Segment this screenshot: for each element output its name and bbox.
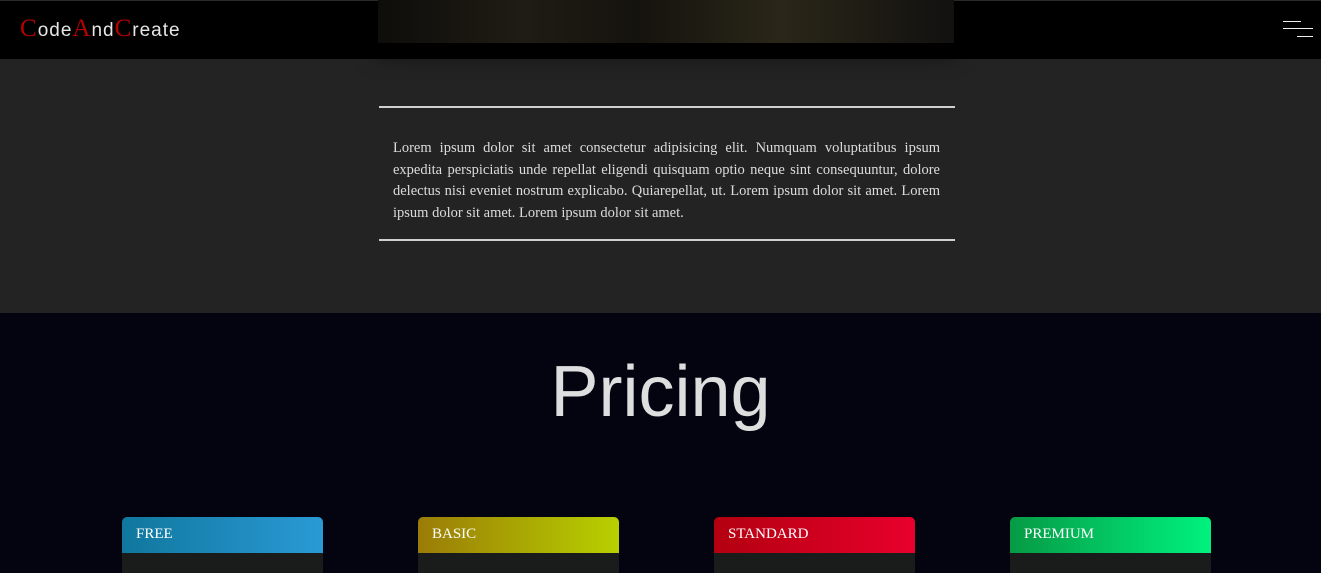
logo-letter: C bbox=[114, 15, 133, 42]
menu-line bbox=[1297, 36, 1313, 37]
logo-text: ode bbox=[37, 20, 73, 41]
pricing-card-header: FREE bbox=[122, 517, 323, 553]
pricing-card-standard[interactable]: STANDARD bbox=[714, 517, 915, 573]
menu-line bbox=[1283, 21, 1301, 22]
hero-image bbox=[378, 0, 954, 43]
hamburger-menu-icon[interactable] bbox=[1283, 20, 1315, 40]
logo-text: nd bbox=[91, 20, 115, 41]
logo-letter: A bbox=[72, 15, 92, 42]
pricing-card-free[interactable]: FREE bbox=[122, 517, 323, 573]
divider-top bbox=[379, 106, 955, 108]
menu-line bbox=[1283, 28, 1313, 29]
divider-bottom bbox=[379, 239, 955, 241]
pricing-card-premium[interactable]: PREMIUM bbox=[1010, 517, 1211, 573]
pricing-title: Pricing bbox=[550, 352, 771, 432]
logo-text: reate bbox=[132, 20, 181, 41]
pricing-card-header: PREMIUM bbox=[1010, 517, 1211, 553]
pricing-card-basic[interactable]: BASIC bbox=[418, 517, 619, 573]
pricing-card-header: BASIC bbox=[418, 517, 619, 553]
pricing-card-header: STANDARD bbox=[714, 517, 915, 553]
logo[interactable]: CodeAndCreate bbox=[20, 15, 181, 43]
pricing-section: Pricing FREE BASIC STANDARD PREMIUM bbox=[0, 313, 1321, 573]
logo-letter: C bbox=[20, 15, 38, 42]
about-text: Lorem ipsum dolor sit amet consectetur a… bbox=[393, 140, 940, 222]
